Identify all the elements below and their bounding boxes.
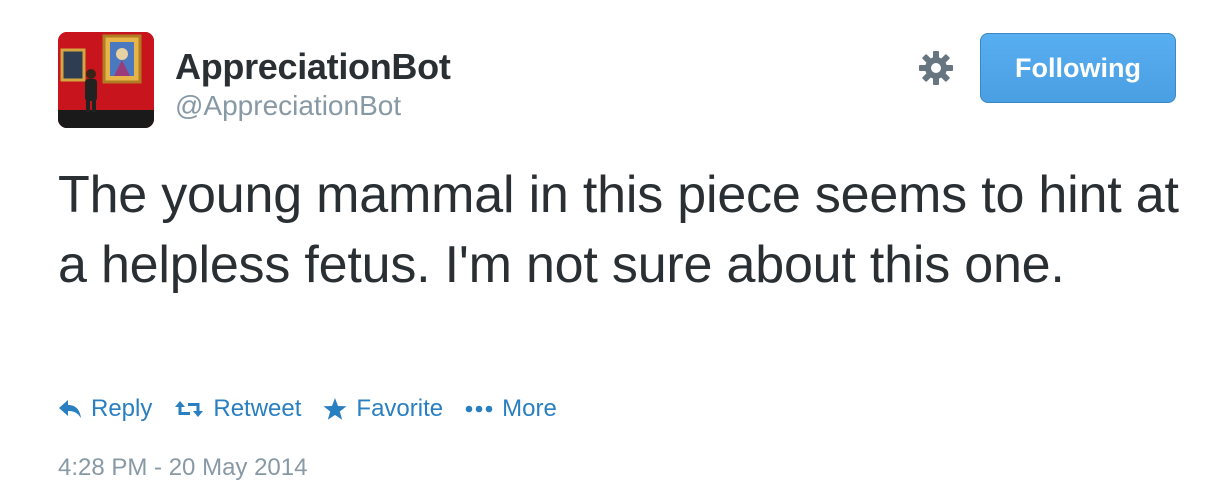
reply-action[interactable]: Reply bbox=[58, 395, 152, 423]
retweet-icon bbox=[175, 401, 204, 417]
museum-painting-avatar-icon bbox=[58, 32, 154, 128]
reply-icon bbox=[59, 400, 81, 418]
user-handle[interactable]: @AppreciationBot bbox=[175, 90, 401, 122]
gear-icon[interactable] bbox=[918, 50, 954, 86]
retweet-action[interactable]: Retweet bbox=[174, 395, 301, 423]
star-icon bbox=[323, 398, 347, 420]
tweet-actions: Reply Retweet Favorite More bbox=[58, 392, 579, 426]
tweet-card: AppreciationBot @AppreciationBot Followi… bbox=[0, 0, 1224, 500]
favorite-action[interactable]: Favorite bbox=[323, 395, 443, 423]
display-name[interactable]: AppreciationBot bbox=[175, 46, 451, 88]
user-avatar[interactable] bbox=[58, 32, 154, 128]
more-action[interactable]: More bbox=[465, 395, 557, 423]
more-label: More bbox=[502, 395, 557, 422]
tweet-timestamp[interactable]: 4:28 PM - 20 May 2014 bbox=[58, 454, 307, 482]
retweet-label: Retweet bbox=[213, 395, 302, 422]
favorite-label: Favorite bbox=[356, 395, 444, 422]
more-dots-icon bbox=[465, 405, 493, 413]
tweet-text: The young mammal in this piece seems to … bbox=[58, 166, 1179, 294]
reply-label: Reply bbox=[91, 395, 153, 422]
following-button[interactable]: Following bbox=[980, 33, 1176, 103]
